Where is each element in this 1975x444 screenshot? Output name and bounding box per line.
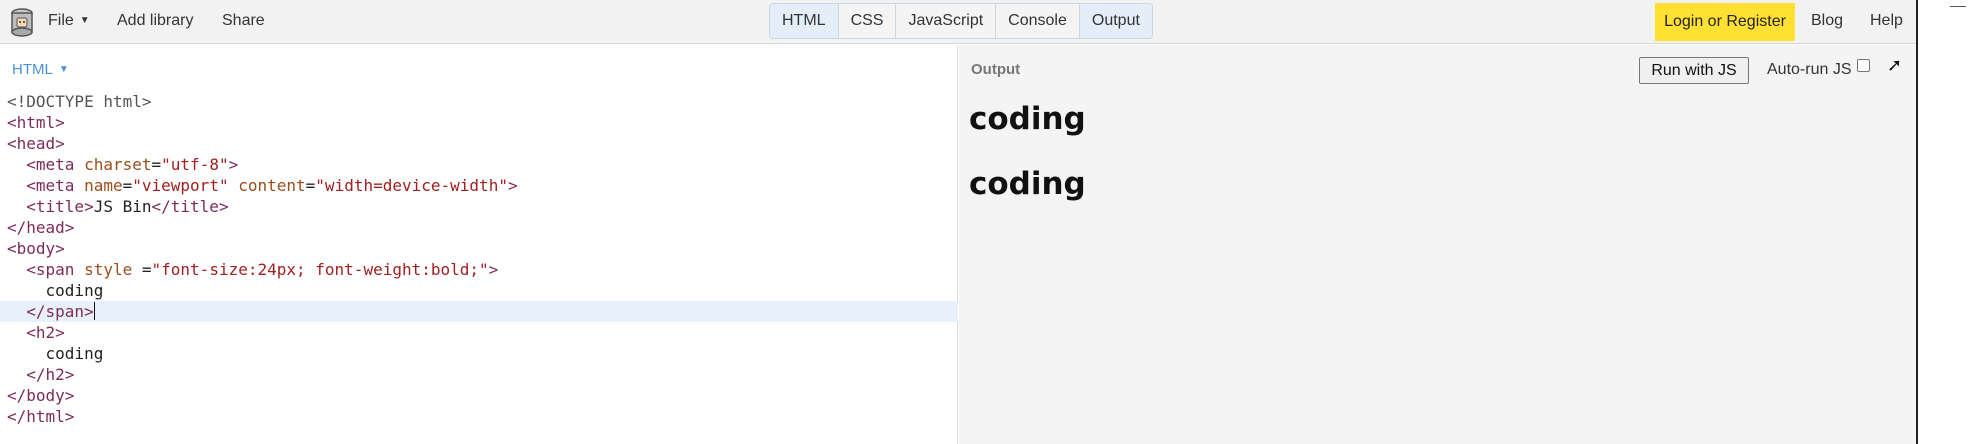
code-text: </h2>: [7, 365, 75, 384]
output-pane-label: Output: [971, 61, 1021, 78]
file-menu[interactable]: File ▼: [48, 12, 90, 30]
code-text: <body>: [7, 239, 65, 258]
output-pane: Output Run with JS Auto-run JS ➚ coding …: [959, 45, 1916, 444]
tab-output[interactable]: Output: [1079, 4, 1152, 38]
output-h2-heading: coding: [969, 166, 1086, 202]
jsbin-logo-icon[interactable]: [8, 6, 36, 38]
code-line[interactable]: coding: [0, 343, 958, 364]
add-library-button[interactable]: Add library: [117, 12, 193, 30]
code-text: <head>: [7, 134, 65, 153]
help-link[interactable]: Help: [1870, 12, 1903, 30]
tab-html[interactable]: HTML: [770, 4, 839, 38]
code-text: <title>JS Bin</title>: [26, 197, 229, 216]
code-line[interactable]: <meta name="viewport" content="width=dev…: [0, 175, 958, 196]
caret-down-icon: ▼: [79, 15, 90, 26]
gutter-dash: [1950, 6, 1966, 7]
run-with-js-button[interactable]: Run with JS: [1639, 57, 1749, 84]
code-text: coding: [7, 281, 104, 300]
editor-language-dropdown[interactable]: HTML ▼: [12, 61, 69, 78]
code-line[interactable]: <head>: [0, 133, 958, 154]
code-line-active[interactable]: </span>: [0, 301, 958, 322]
tab-console[interactable]: Console: [996, 4, 1080, 38]
caret-down-icon: ▼: [58, 64, 69, 75]
code-line[interactable]: </head>: [0, 217, 958, 238]
code-text: <h2>: [7, 323, 65, 342]
popout-arrow-icon[interactable]: ➚: [1887, 55, 1902, 76]
code-text: </html>: [7, 407, 75, 426]
code-line[interactable]: coding: [0, 280, 958, 301]
blog-link[interactable]: Blog: [1811, 12, 1843, 30]
code-text: </span>: [7, 302, 94, 321]
file-menu-label: File: [48, 12, 74, 29]
share-button[interactable]: Share: [222, 12, 265, 30]
panel-toggle-group: HTML CSS JavaScript Console Output: [769, 3, 1153, 39]
html-editor-pane: HTML ▼ <!DOCTYPE html> <html> <head> <met…: [0, 45, 958, 444]
autorun-label: Auto-run JS: [1767, 61, 1852, 78]
code-text: coding: [7, 344, 104, 363]
code-editor[interactable]: <!DOCTYPE html> <html> <head> <meta char…: [0, 91, 958, 427]
code-text: <span style ="font-size:24px; font-weigh…: [26, 260, 499, 279]
code-text: <meta name="viewport" content="width=dev…: [26, 176, 518, 195]
code-text: </head>: [7, 218, 75, 237]
code-line[interactable]: <span style ="font-size:24px; font-weigh…: [0, 259, 958, 280]
code-line[interactable]: </html>: [0, 406, 958, 427]
code-line[interactable]: <body>: [0, 238, 958, 259]
tab-css[interactable]: CSS: [839, 4, 897, 38]
code-line[interactable]: <title>JS Bin</title>: [0, 196, 958, 217]
top-toolbar: File ▼ Add library Share HTML CSS JavaScr…: [0, 0, 1916, 44]
code-line[interactable]: <html>: [0, 112, 958, 133]
right-gutter: [1916, 0, 1975, 444]
login-register-button[interactable]: Login or Register: [1655, 3, 1795, 41]
code-line[interactable]: <!DOCTYPE html>: [0, 91, 958, 112]
code-text: <meta charset="utf-8">: [26, 155, 239, 174]
code-line[interactable]: <h2>: [0, 322, 958, 343]
code-line[interactable]: <meta charset="utf-8">: [0, 154, 958, 175]
code-line[interactable]: </h2>: [0, 364, 958, 385]
text-cursor: [93, 302, 95, 320]
editor-language-label: HTML: [12, 61, 53, 78]
code-line[interactable]: </body>: [0, 385, 958, 406]
autorun-checkbox[interactable]: [1857, 59, 1870, 72]
output-span-text: coding: [969, 101, 1086, 137]
code-text: <html>: [7, 113, 65, 132]
code-text: </body>: [7, 386, 75, 405]
code-text: <!DOCTYPE html>: [7, 92, 152, 111]
tab-javascript[interactable]: JavaScript: [896, 4, 997, 38]
